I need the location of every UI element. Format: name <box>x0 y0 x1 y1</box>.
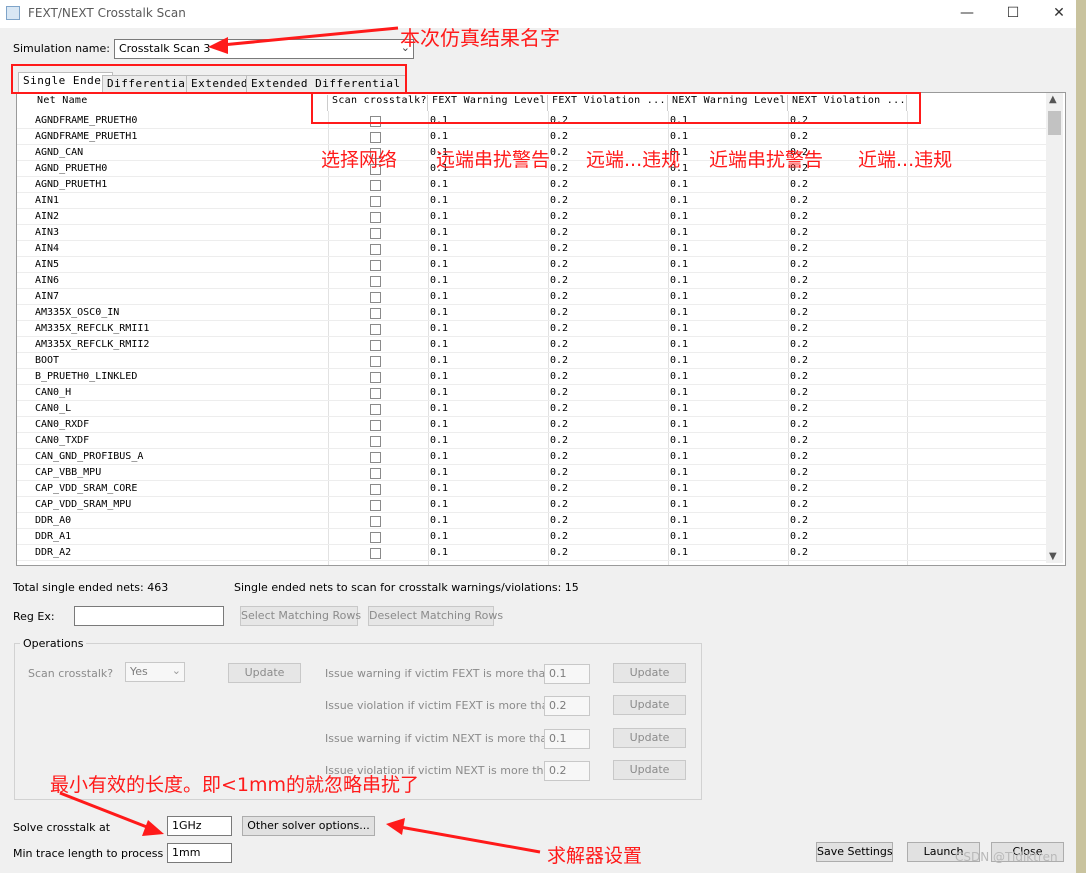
arrow-solver <box>399 825 541 854</box>
annotation-fext-warning: 远端串扰警告 <box>436 149 551 171</box>
watermark: CSDN @Tidiktren <box>955 850 1058 864</box>
annotation-sim-name: 本次仿真结果名字 <box>400 26 560 50</box>
annotation-next-violation: 近端...违规 <box>858 149 953 171</box>
annotation-next-warning: 近端串扰警告 <box>709 149 824 171</box>
arrow-min-length <box>59 791 153 831</box>
annotation-min-length: 最小有效的长度。即<1mm的就忽略串扰了 <box>50 774 420 796</box>
background-window-edge <box>1076 0 1086 873</box>
arrow-sim-name <box>221 26 399 47</box>
annotation-solver: 求解器设置 <box>547 845 643 867</box>
annotation-arrows <box>59 26 541 854</box>
annotation-fext-violation: 远端...违规 <box>586 149 681 171</box>
annotation-select-net: 选择网络 <box>321 149 398 171</box>
